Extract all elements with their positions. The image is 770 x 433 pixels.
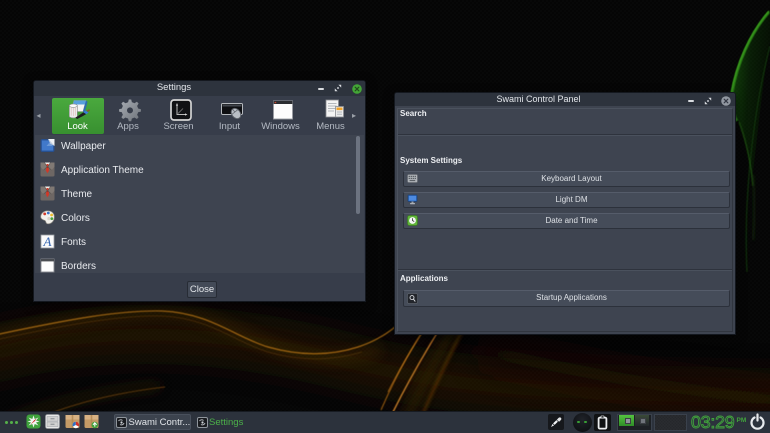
svg-text:A: A (43, 234, 52, 249)
